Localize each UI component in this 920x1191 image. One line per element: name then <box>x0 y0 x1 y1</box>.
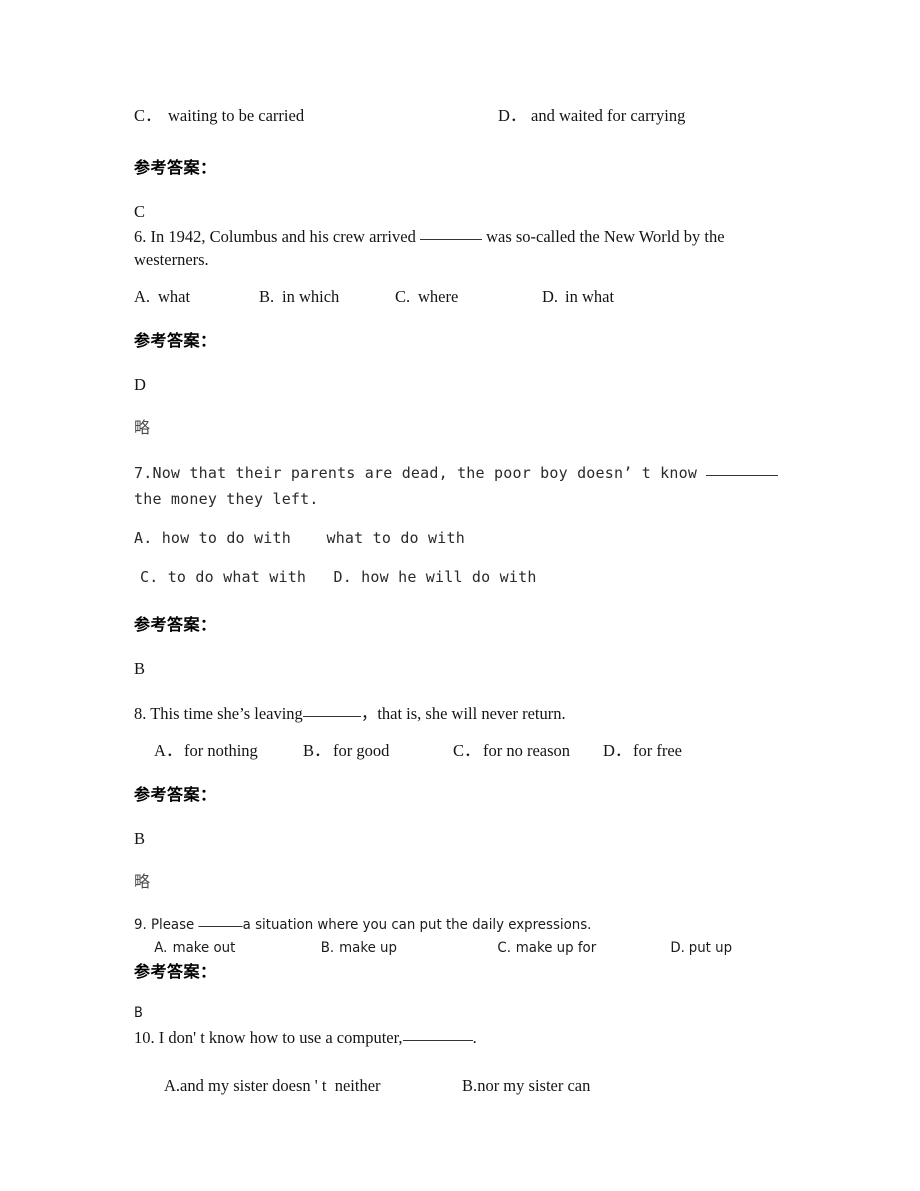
question-7-stem: 7.Now that their parents are dead, the p… <box>134 460 794 512</box>
reference-answer-heading-7: 参考答案： <box>134 615 217 634</box>
option-a-label: A. <box>134 287 151 306</box>
answer-value-5: C <box>134 202 146 221</box>
option-d-label: D. <box>542 287 559 306</box>
option-d-text: and waited for carrying <box>531 106 686 125</box>
option-b-text: make up <box>339 939 397 956</box>
question-10-stem-part1: 10. I don' t know how to use a computer, <box>134 1027 403 1047</box>
question-10-blank <box>402 1024 473 1041</box>
option-c-label: C. <box>140 568 159 586</box>
question-7-options-row-2: C. to do what with D. how he will do wit… <box>134 564 794 590</box>
reference-answer-heading-8: 参考答案： <box>134 785 217 804</box>
option-a-text: for nothing <box>184 741 258 760</box>
question-6-stem-part1: 6. In 1942, Columbus and his crew arrive… <box>134 227 420 246</box>
option-a-label: A. <box>134 529 153 547</box>
question-9-stem-part1: 9. Please <box>134 916 199 933</box>
answer-value-9: B <box>134 1004 143 1021</box>
answer-value-6: D <box>134 375 146 394</box>
document-page: C． waiting to be carried D． and waited f… <box>0 0 920 1191</box>
question-10-stem-part2: . <box>472 1027 477 1047</box>
question-5-options-row: C． waiting to be carried D． and waited f… <box>134 104 794 127</box>
question-7-blank <box>706 461 779 476</box>
option-b-text: what to do with <box>326 529 465 547</box>
option-d-text: in what <box>565 287 615 306</box>
option-c-text: waiting to be carried <box>168 106 305 125</box>
option-b-text: nor my sister can <box>477 1075 591 1095</box>
answer-value-7: B <box>134 659 146 678</box>
option-d-label: D． <box>603 741 632 760</box>
option-d-text: how he will do with <box>351 568 537 586</box>
document-content: C． waiting to be carried D． and waited f… <box>134 104 794 1097</box>
option-a-text: how to do with <box>152 529 291 547</box>
option-c-text: to do what with <box>158 568 307 586</box>
option-c-label: C． <box>453 741 481 760</box>
option-c-label: C. <box>497 939 511 956</box>
option-c-label: C. <box>395 287 411 306</box>
question-7-stem-part2: the money they left. <box>134 490 319 508</box>
option-d-text: put up <box>688 939 733 956</box>
question-8-blank <box>302 700 361 717</box>
question-8-stem: 8. This time she’s leaving ，that is, she … <box>134 702 794 725</box>
question-7-options-row-1: A. how to do with what to do with <box>134 525 794 551</box>
option-a-label: A． <box>154 741 183 760</box>
option-b-label: B. <box>462 1075 478 1095</box>
option-b-text: for good <box>333 741 390 760</box>
question-9-blank <box>198 912 243 927</box>
option-a-text: and my sister doesn ' t neither <box>180 1075 381 1095</box>
option-c-label: C． <box>134 106 162 125</box>
question-8-options-row: A． for nothing B． for good C． for no rea… <box>134 739 794 762</box>
reference-answer-heading-9: 参考答案： <box>134 961 217 981</box>
question-10-stem: 10. I don' t know how to use a computer,… <box>134 1026 794 1049</box>
option-d-label: D. <box>670 939 685 956</box>
question-6-options-row: A. what B. in which C. where D. in what <box>134 285 794 308</box>
question-9-stem: 9. Please a situation where you can put … <box>134 914 741 936</box>
answer-value-8: B <box>134 829 146 848</box>
option-d-label: D． <box>498 106 527 125</box>
option-b-label: B． <box>303 741 331 760</box>
omitted-marker-6: 略 <box>134 420 151 437</box>
option-c-text: where <box>418 287 459 306</box>
question-9-options-row: A. make out B. make up C. make up for D.… <box>134 938 741 959</box>
option-b-label: B. <box>259 287 275 306</box>
option-c-text: make up for <box>515 939 597 956</box>
question-9-stem-part2: a situation where you can put the daily … <box>242 916 592 933</box>
question-10-options-row: A. and my sister doesn ' t neither B. no… <box>134 1074 794 1097</box>
omitted-marker-8: 略 <box>134 874 151 891</box>
reference-answer-heading-6: 参考答案： <box>134 331 217 350</box>
option-a-text: make out <box>172 939 236 956</box>
option-c-text: for no reason <box>483 741 571 760</box>
option-a-text: what <box>158 287 191 306</box>
reference-answer-heading-5: 参考答案： <box>134 158 217 177</box>
question-8-stem-part2: ，that is, she will never return. <box>360 704 566 723</box>
option-a-label: A. <box>164 1075 181 1095</box>
option-b-label: B. <box>320 939 335 956</box>
option-b-text: in which <box>282 287 340 306</box>
question-8-stem-part1: 8. This time she’s leaving <box>134 704 303 723</box>
question-6-stem: 6. In 1942, Columbus and his crew arrive… <box>134 225 794 271</box>
option-d-label: D. <box>333 568 352 586</box>
option-d-text: for free <box>633 741 683 760</box>
question-7-stem-part1: 7.Now that their parents are dead, the p… <box>134 464 707 482</box>
question-6-blank <box>419 223 482 240</box>
option-a-label: A. <box>154 939 168 956</box>
